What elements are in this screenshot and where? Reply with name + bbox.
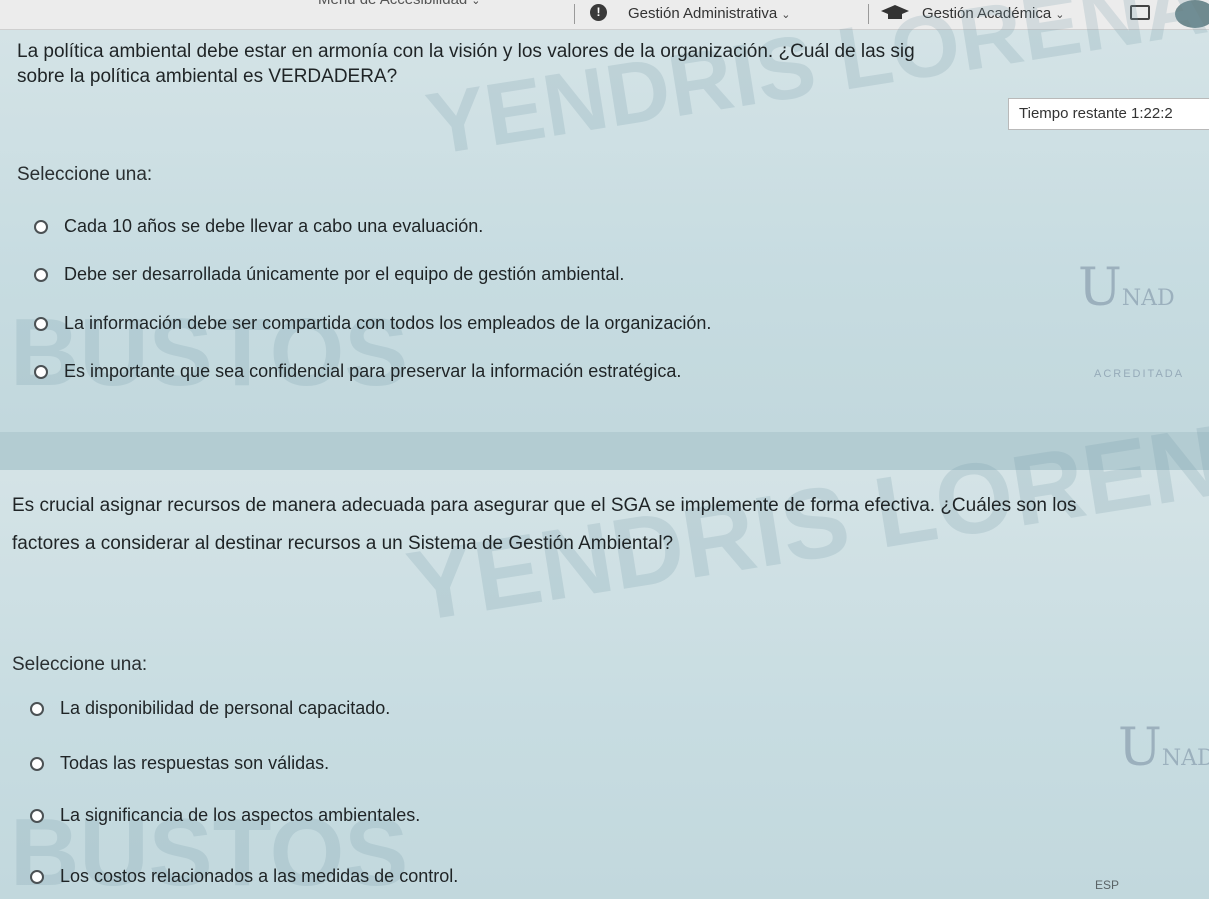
admin-management-label: Gestión Administrativa [628, 5, 778, 22]
chevron-down-icon: ⌄ [1055, 9, 1065, 21]
chevron-down-icon: ⌄ [781, 9, 791, 21]
q1-option-d[interactable]: Es importante que sea confidencial para … [34, 361, 681, 382]
radio-button[interactable] [30, 757, 44, 771]
q2-option-d[interactable]: Los costos relacionados a las medidas de… [30, 866, 458, 887]
radio-button[interactable] [34, 220, 48, 234]
radio-button[interactable] [30, 809, 44, 823]
radio-button[interactable] [30, 702, 44, 716]
radio-button[interactable] [34, 317, 48, 331]
q1-option-a-label: Cada 10 años se debe llevar a cabo una e… [64, 216, 484, 236]
question-2-block: YENDRIS LORENA QUINTERO BUSTOS Es crucia… [0, 307, 1209, 899]
accessibility-menu-label: Menú de Accesibilidad [318, 0, 467, 8]
accessibility-menu[interactable]: Menú de Accesibilidad ⌄ [318, 0, 480, 8]
nav-divider [868, 4, 869, 24]
q2-option-c[interactable]: La significancia de los aspectos ambient… [30, 805, 420, 826]
timer-label: Tiempo restante [1019, 105, 1127, 122]
radio-button[interactable] [34, 365, 48, 379]
select-one-label: Seleccione una: [17, 164, 153, 185]
admin-management-menu[interactable]: Gestión Administrativa ⌄ [628, 5, 790, 22]
info-icon: ! [590, 4, 607, 21]
q2-option-b-label: Todas las respuestas son válidas. [60, 753, 330, 773]
academic-management-label: Gestión Académica [922, 5, 1052, 22]
radio-button[interactable] [34, 268, 48, 282]
q1-option-a[interactable]: Cada 10 años se debe llevar a cabo una e… [34, 216, 483, 237]
unad-logo: UNAD [1078, 258, 1175, 318]
radio-button[interactable] [30, 870, 44, 884]
academic-management-menu[interactable]: Gestión Académica ⌄ [922, 5, 1064, 22]
unad-logo-tagline: ACREDITADA [1094, 368, 1185, 380]
question-1-block: YENDRIS LORENA QUINTERO BUSTOS La políti… [0, 0, 1209, 432]
graduation-cap-icon [880, 3, 910, 27]
timer-box: Tiempo restante 1:22:2 [1008, 98, 1209, 130]
messages-icon[interactable] [1130, 5, 1150, 20]
q2-option-c-label: La significancia de los aspectos ambient… [60, 805, 421, 825]
q1-option-d-label: Es importante que sea confidencial para … [64, 361, 682, 381]
unad-logo-u: U [1118, 718, 1162, 778]
select-one-label: Seleccione una: [12, 654, 148, 675]
avatar[interactable] [1175, 0, 1209, 28]
q2-option-b[interactable]: Todas las respuestas son válidas. [30, 753, 329, 774]
question-separator [0, 432, 1209, 470]
unad-logo-nad: NAD [1161, 746, 1209, 771]
question-2-text-line2: factores a considerar al destinar recurs… [12, 533, 674, 554]
q2-option-a-label: La disponibilidad de personal capacitado… [60, 698, 391, 718]
question-1-text-line2: sobre la política ambiental es VERDADERA… [17, 66, 398, 87]
nav-divider [574, 4, 575, 24]
top-navigation-bar: Menú de Accesibilidad ⌄ ! Gestión Adminis… [0, 0, 1209, 30]
chevron-down-icon: ⌄ [471, 0, 481, 7]
unad-logo-u: U [1078, 258, 1122, 318]
q1-option-c-label: La información debe ser compartida con t… [64, 313, 712, 333]
timer-value: 1:22:2 [1131, 105, 1173, 122]
taskbar-language[interactable]: ESP [1095, 878, 1119, 892]
unad-logo: UNAD [1118, 718, 1209, 778]
unad-logo-nad: NAD [1121, 286, 1175, 311]
q1-option-b-label: Debe ser desarrollada únicamente por el … [64, 264, 625, 284]
q1-option-b[interactable]: Debe ser desarrollada únicamente por el … [34, 264, 624, 285]
q2-option-a[interactable]: La disponibilidad de personal capacitado… [30, 698, 390, 719]
question-2-text-line1: Es crucial asignar recursos de manera ad… [12, 495, 1077, 516]
q1-option-c[interactable]: La información debe ser compartida con t… [34, 313, 711, 334]
q2-option-d-label: Los costos relacionados a las medidas de… [60, 866, 459, 886]
